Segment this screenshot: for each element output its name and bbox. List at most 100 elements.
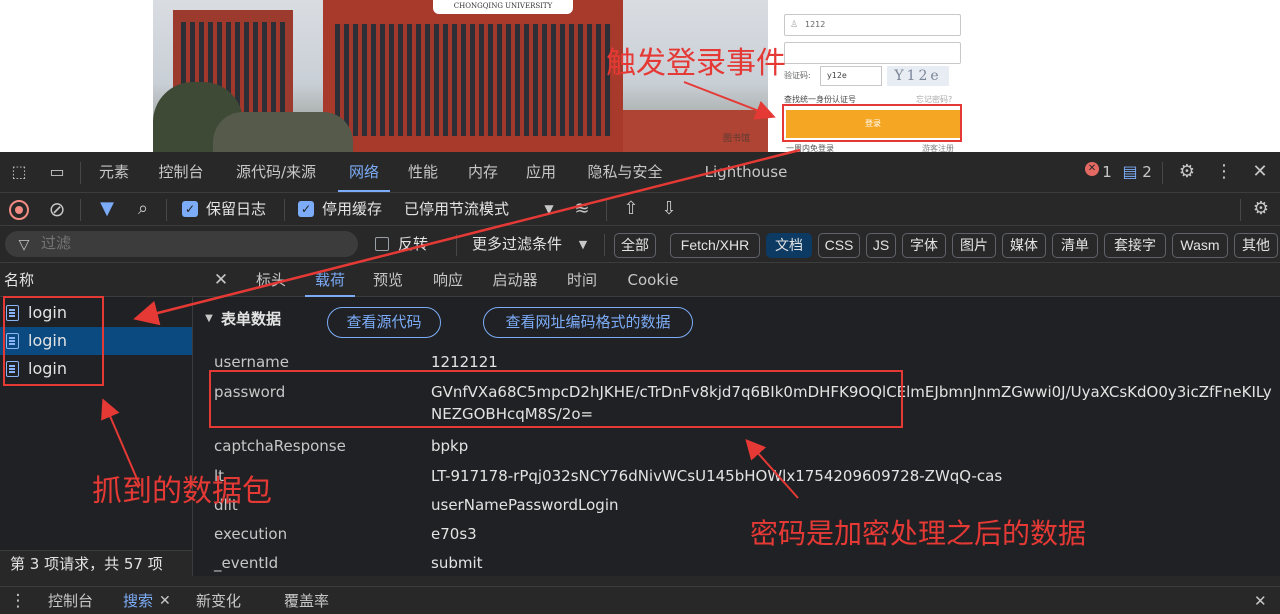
- more-options-icon[interactable]: ⋮: [1214, 162, 1234, 182]
- disable-cache-label[interactable]: 停用缓存: [322, 193, 382, 225]
- tab-console[interactable]: 控制台: [150, 152, 212, 192]
- network-settings-icon[interactable]: ⚙: [1250, 199, 1272, 219]
- export-har-icon[interactable]: ⇩: [658, 199, 680, 219]
- close-detail-icon[interactable]: ✕: [211, 270, 231, 290]
- captcha-input[interactable]: y12e: [820, 66, 882, 86]
- drawer-tab-coverage[interactable]: 覆盖率: [284, 587, 329, 614]
- drawer-tab-whats-new[interactable]: 新变化: [196, 587, 241, 614]
- divider: [80, 199, 81, 221]
- tab-privacy-security[interactable]: 隐私与安全: [578, 152, 672, 192]
- divider: [284, 199, 285, 221]
- tab-payload[interactable]: 载荷: [305, 263, 355, 297]
- more-filters-dropdown[interactable]: 更多过滤条件: [472, 228, 562, 260]
- filter-js-button[interactable]: JS: [866, 233, 896, 258]
- filter-font-button[interactable]: 字体: [902, 233, 946, 258]
- view-source-button[interactable]: 查看源代码: [327, 307, 441, 338]
- annotation-box-login-button: [782, 104, 962, 142]
- search-icon[interactable]: ⌕: [132, 199, 154, 219]
- password-field[interactable]: [784, 42, 961, 64]
- screenshot-root: CHONGQING UNIVERSITY 图书馆 ♙ 1212 验证码: y12…: [0, 0, 1280, 614]
- throttling-select[interactable]: 已停用节流模式: [404, 193, 509, 225]
- drawer-tab-search[interactable]: 搜索: [123, 587, 153, 614]
- annotation-box-password: [209, 370, 903, 428]
- form-value-captcha: bpkp: [431, 437, 469, 455]
- campus-caption: 图书馆: [722, 134, 750, 144]
- filter-socket-button[interactable]: 套接字: [1104, 233, 1166, 258]
- preserve-log-label[interactable]: 保留日志: [206, 193, 266, 225]
- divider: [166, 199, 167, 221]
- filter-manifest-button[interactable]: 清单: [1052, 233, 1098, 258]
- bottom-drawer: ⋮ 控制台 搜索 ✕ 新变化 覆盖率 ✕: [0, 586, 1280, 614]
- disable-cache-checkbox[interactable]: ✓: [298, 201, 314, 217]
- filter-media-button[interactable]: 媒体: [1002, 233, 1046, 258]
- filter-all-button[interactable]: 全部: [614, 233, 656, 258]
- tab-memory[interactable]: 内存: [458, 152, 508, 192]
- clear-icon[interactable]: ⊘: [46, 199, 68, 219]
- tab-network[interactable]: 网络: [338, 152, 390, 192]
- tab-lighthouse[interactable]: Lighthouse: [696, 152, 796, 192]
- invert-label[interactable]: 反转: [398, 228, 428, 260]
- drawer-tab-console[interactable]: 控制台: [48, 587, 93, 614]
- tab-initiator[interactable]: 启动器: [487, 263, 543, 297]
- divider: [1240, 199, 1241, 221]
- tab-sources[interactable]: 源代码/来源: [226, 152, 326, 192]
- error-count[interactable]: 1: [1100, 152, 1114, 192]
- tab-application[interactable]: 应用: [516, 152, 566, 192]
- close-drawer-icon[interactable]: ✕: [1254, 587, 1267, 614]
- username-field[interactable]: ♙ 1212: [784, 14, 961, 36]
- remember-login-link[interactable]: 一周内免登录: [786, 143, 834, 152]
- form-key-captcha: captchaResponse: [214, 437, 346, 455]
- invert-checkbox[interactable]: [375, 237, 389, 251]
- request-count-status: 第 3 项请求，共 57 项: [0, 550, 193, 576]
- form-key-eventid: _eventId: [214, 554, 279, 572]
- filter-css-button[interactable]: CSS: [818, 233, 860, 258]
- tab-response[interactable]: 响应: [427, 263, 469, 297]
- tab-headers[interactable]: 标头: [251, 263, 291, 297]
- tree: [213, 112, 353, 152]
- preserve-log-checkbox[interactable]: ✓: [182, 201, 198, 217]
- filter-funnel-icon[interactable]: ▼: [96, 199, 118, 219]
- device-toolbar-icon[interactable]: ▭: [46, 162, 68, 182]
- divider: [606, 199, 607, 221]
- tab-preview[interactable]: 预览: [367, 263, 409, 297]
- message-icon[interactable]: ▤: [1122, 162, 1138, 182]
- view-url-encoded-button[interactable]: 查看网址编码格式的数据: [483, 307, 693, 338]
- filter-fetch-xhr-button[interactable]: Fetch/XHR: [670, 233, 760, 258]
- network-conditions-icon[interactable]: ≋: [570, 199, 594, 219]
- record-icon[interactable]: [9, 200, 29, 220]
- building-main-windows: [335, 24, 611, 136]
- chevron-down-icon[interactable]: ▼: [576, 235, 590, 255]
- name-column-header[interactable]: 名称: [0, 263, 193, 297]
- filter-img-button[interactable]: 图片: [952, 233, 996, 258]
- filter-wasm-button[interactable]: Wasm: [1172, 233, 1228, 258]
- user-icon: ♙: [790, 20, 799, 30]
- inspect-element-icon[interactable]: ⬚: [8, 162, 30, 182]
- tab-elements[interactable]: 元素: [88, 152, 140, 192]
- form-data-section-title[interactable]: 表单数据: [221, 308, 281, 329]
- message-count[interactable]: 2: [1140, 152, 1154, 192]
- tab-performance[interactable]: 性能: [398, 152, 448, 192]
- annotation-box-requests: [3, 296, 104, 386]
- chevron-down-icon[interactable]: ▼: [540, 199, 558, 219]
- drawer-menu-icon[interactable]: ⋮: [8, 591, 28, 611]
- expand-triangle-icon[interactable]: ▼: [203, 309, 215, 329]
- import-har-icon[interactable]: ⇧: [620, 199, 642, 219]
- captcha-image[interactable]: Y12e: [887, 66, 949, 86]
- network-toolbar: ⊘ ▼ ⌕ ✓ 保留日志 ✓ 停用缓存 已停用节流模式 ▼ ≋ ⇧ ⇩ ⚙: [0, 193, 1280, 226]
- settings-icon[interactable]: ⚙: [1176, 162, 1198, 182]
- form-value-lt: LT-917178-rPqj032sNCY76dNivWCsU145bHOWlx…: [431, 467, 1003, 485]
- filter-bar: ▽ 反转 更多过滤条件 ▼ 全部 Fetch/XHR 文档 CSS JS 字体 …: [0, 226, 1280, 263]
- close-search-tab-icon[interactable]: ✕: [159, 587, 171, 614]
- tab-cookies[interactable]: Cookie: [621, 263, 685, 297]
- tab-timing[interactable]: 时间: [561, 263, 603, 297]
- filter-other-button[interactable]: 其他: [1234, 233, 1278, 258]
- filter-input[interactable]: [5, 231, 358, 257]
- divider: [80, 162, 81, 184]
- error-icon[interactable]: ✕: [1085, 162, 1099, 176]
- captcha-label: 验证码:: [784, 71, 811, 80]
- form-key-username: username: [214, 353, 289, 371]
- guest-register-link[interactable]: 游客注册: [922, 143, 954, 152]
- divider: [456, 234, 457, 256]
- close-devtools-icon[interactable]: ✕: [1250, 162, 1270, 182]
- filter-doc-button[interactable]: 文档: [766, 233, 812, 258]
